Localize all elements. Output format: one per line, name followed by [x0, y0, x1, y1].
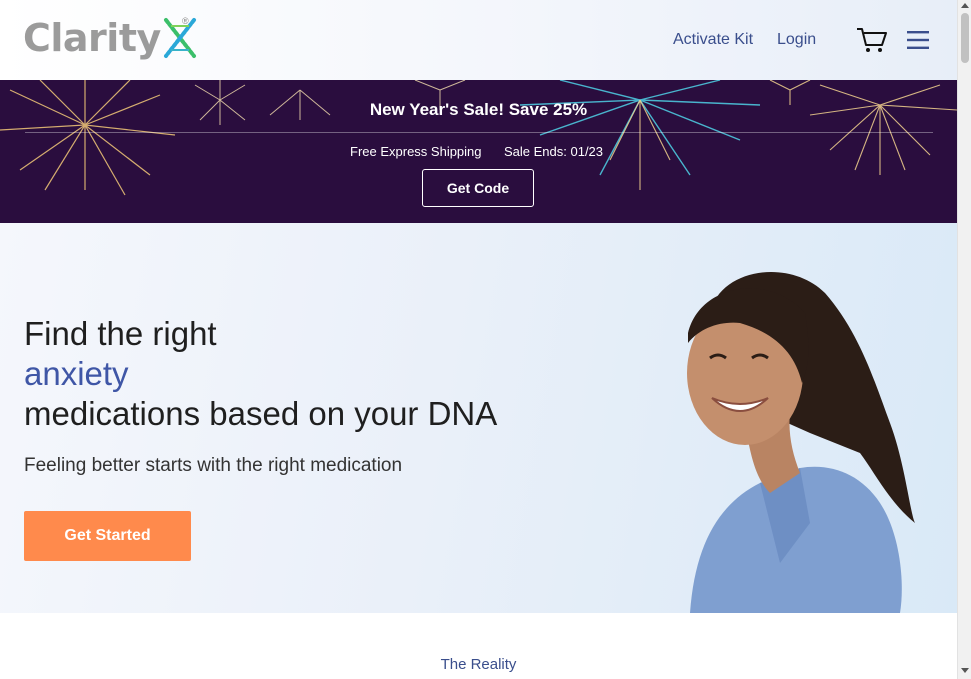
site-header: Clarity ® Activate Kit Login	[0, 0, 957, 80]
scrollbar-thumb[interactable]	[961, 13, 969, 63]
nav-login[interactable]: Login	[777, 31, 816, 49]
clarity-x-logo[interactable]: Clarity ®	[23, 16, 197, 60]
promo-sale-ends: Sale Ends: 01/23	[504, 144, 604, 159]
promo-banner: New Year's Sale! Save 25% Free Express S…	[0, 80, 957, 223]
promo-title: New Year's Sale! Save 25%	[369, 100, 588, 119]
scroll-up-arrow-icon[interactable]	[961, 3, 969, 8]
nav-activate-kit[interactable]: Activate Kit	[673, 31, 753, 49]
section-label-the-reality: The Reality	[440, 656, 517, 673]
smiling-woman-photo	[687, 271, 915, 613]
get-code-button[interactable]: Get Code	[422, 169, 534, 207]
hero-section: Find the right anxiety medications based…	[0, 223, 957, 613]
get-started-button[interactable]: Get Started	[24, 511, 191, 561]
promo-divider	[25, 132, 933, 133]
hero-heading-line1: Find the right	[24, 315, 217, 352]
cart-icon[interactable]	[856, 26, 888, 54]
promo-shipping: Free Express Shipping	[350, 144, 482, 159]
hamburger-menu-icon[interactable]	[906, 30, 930, 50]
vertical-scrollbar[interactable]	[957, 0, 971, 679]
scroll-down-arrow-icon[interactable]	[961, 668, 969, 673]
registered-mark: ®	[182, 16, 189, 26]
hero-heading-line3: medications based on your DNA	[24, 395, 498, 432]
logo-text: Clarity	[23, 16, 161, 60]
hero-subtitle: Feeling better starts with the right med…	[24, 455, 403, 476]
hero-heading-highlight: anxiety	[24, 355, 129, 392]
dna-x-logo-mark	[163, 18, 196, 58]
